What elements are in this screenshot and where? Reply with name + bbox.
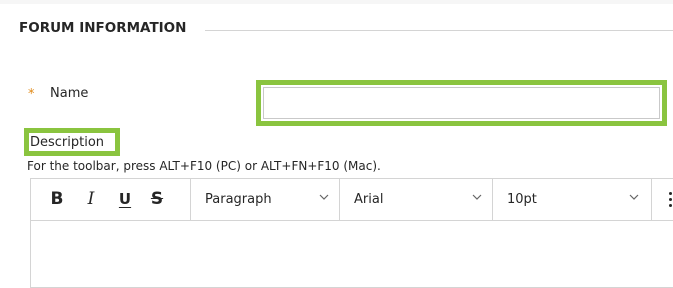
paragraph-format-value: Paragraph xyxy=(205,192,272,207)
toolbar-hint: For the toolbar, press ALT+F10 (PC) or A… xyxy=(27,159,381,173)
font-family-value: Arial xyxy=(354,192,384,207)
underline-button[interactable]: U xyxy=(113,188,137,210)
paragraph-format-dropdown[interactable]: Paragraph xyxy=(191,179,339,220)
editor-toolbar: B I U S Paragraph Arial 10pt xyxy=(31,179,673,221)
required-indicator: * xyxy=(28,87,35,102)
underline-icon: U xyxy=(118,190,132,208)
chevron-down-icon xyxy=(472,194,482,200)
font-family-dropdown[interactable]: Arial xyxy=(340,179,492,220)
section-divider xyxy=(205,30,673,31)
section-heading: FORUM INFORMATION xyxy=(19,20,187,36)
italic-button[interactable]: I xyxy=(79,188,103,210)
description-editor[interactable]: B I U S Paragraph Arial 10pt xyxy=(30,178,673,288)
more-options-icon[interactable] xyxy=(667,189,673,211)
name-input[interactable] xyxy=(263,87,660,119)
description-label: Description xyxy=(30,135,105,150)
strikethrough-icon: S xyxy=(150,189,164,209)
strikethrough-button[interactable]: S xyxy=(145,188,169,210)
bold-button[interactable]: B xyxy=(45,188,69,210)
top-border xyxy=(0,0,673,4)
toolbar-separator xyxy=(651,179,652,220)
font-size-dropdown[interactable]: 10pt xyxy=(493,179,651,220)
chevron-down-icon xyxy=(319,194,329,200)
font-size-value: 10pt xyxy=(507,192,537,207)
chevron-down-icon xyxy=(629,194,639,200)
name-label: Name xyxy=(50,86,89,101)
